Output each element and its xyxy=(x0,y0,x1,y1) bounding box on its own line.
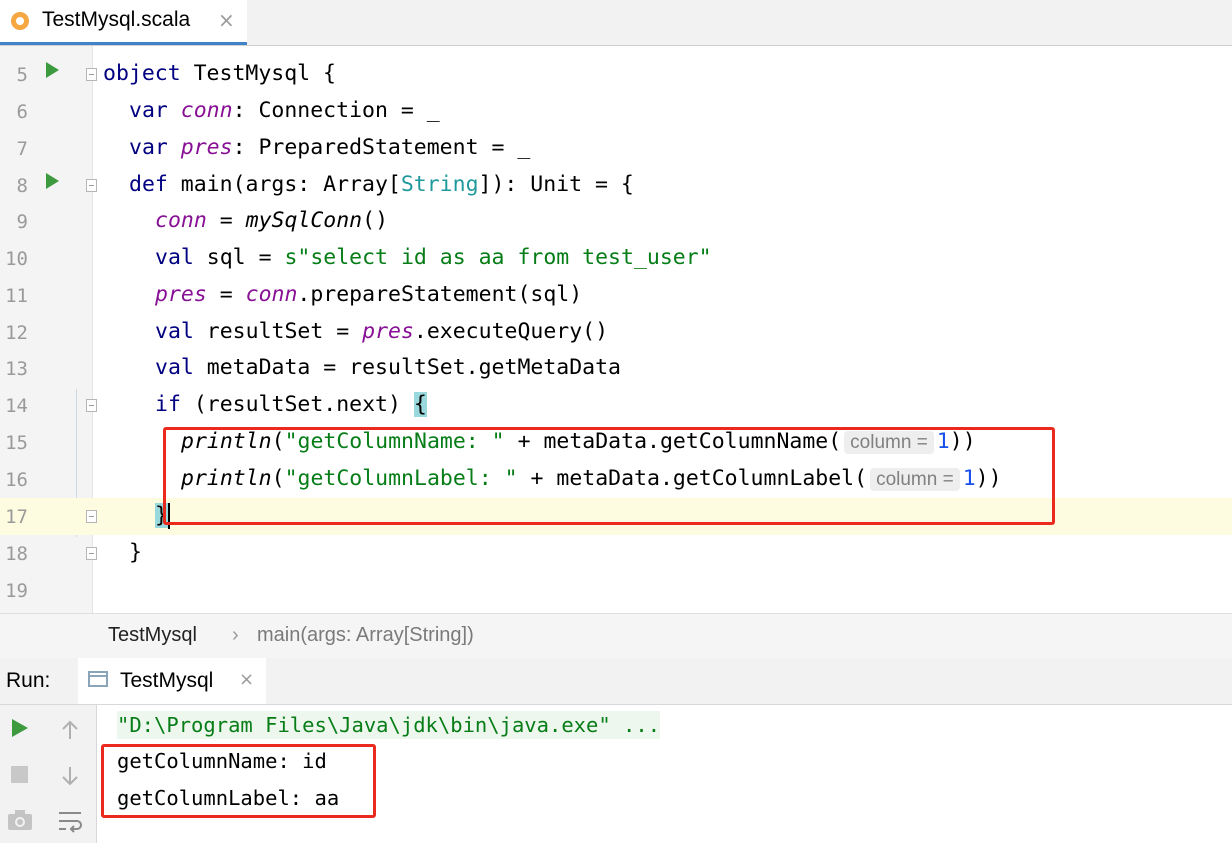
line-number: 12 xyxy=(5,322,28,344)
if-condition: (resultSet.next) xyxy=(180,392,414,417)
line-number: 14 xyxy=(5,395,28,417)
run-toolbar xyxy=(0,705,97,843)
parens: () xyxy=(362,208,389,233)
fold-icon[interactable] xyxy=(86,399,97,412)
console-output[interactable]: "D:\Program Files\Java\jdk\bin\java.exe"… xyxy=(97,705,1232,843)
line-number: 9 xyxy=(16,211,28,233)
line-number: 15 xyxy=(5,432,28,454)
matched-brace: { xyxy=(413,392,427,417)
stop-icon[interactable] xyxy=(10,765,30,785)
code-line: 14 if (resultSet.next) { xyxy=(0,387,1232,424)
camera-icon[interactable] xyxy=(7,809,33,831)
type-annotation: : Connection = _ xyxy=(232,98,440,123)
field-conn: conn xyxy=(245,282,298,307)
close-icon[interactable]: × xyxy=(239,669,254,690)
tab-title: TestMysql.scala xyxy=(42,8,191,31)
code-editor[interactable]: 5 object TestMysql { 6 var conn: Connect… xyxy=(0,46,1232,613)
arrow-up-icon[interactable] xyxy=(60,719,80,741)
fold-icon[interactable] xyxy=(86,68,97,81)
string-literal: s"select id as aa from test_user" xyxy=(284,245,712,270)
code-line: 13 val metaData = resultSet.getMetaData xyxy=(0,350,1232,387)
fold-icon[interactable] xyxy=(86,547,97,560)
line-number: 7 xyxy=(16,138,28,160)
method-call: mySqlConn xyxy=(245,208,363,233)
line-number: 13 xyxy=(5,358,28,380)
line-number: 8 xyxy=(16,175,28,197)
field-pres: pres xyxy=(155,282,207,307)
breadcrumb-separator: › xyxy=(232,624,239,646)
code-line: 18 } xyxy=(0,535,1232,572)
field-conn: conn xyxy=(155,208,207,233)
object-decl: TestMysql { xyxy=(180,61,337,86)
highlight-box xyxy=(101,744,376,818)
code-line: 5 object TestMysql { xyxy=(0,56,1232,93)
field-pres: pres xyxy=(180,135,233,160)
operator: = xyxy=(206,208,246,233)
keyword: val xyxy=(155,319,194,344)
method-signature: main(args: Array[ xyxy=(167,172,401,197)
field-conn: conn xyxy=(180,98,233,123)
line-number: 10 xyxy=(5,248,28,270)
editor-tab-bar: TestMysql.scala × xyxy=(0,0,1232,46)
line-number: 6 xyxy=(16,101,28,123)
val-decl: resultSet = xyxy=(193,319,363,344)
run-tool-window-header: Run: TestMysql × xyxy=(0,658,1232,705)
line-number: 17 xyxy=(5,506,28,528)
method-call: .prepareStatement(sql) xyxy=(297,282,583,307)
soft-wrap-icon[interactable] xyxy=(57,809,85,833)
code-line: 12 val resultSet = pres.executeQuery() xyxy=(0,314,1232,351)
breadcrumb-method[interactable]: main(args: Array[String]) xyxy=(257,624,474,647)
editor-tab-testmysql[interactable]: TestMysql.scala × xyxy=(0,0,247,45)
code-line: 10 val sql = s"select id as aa from test… xyxy=(0,240,1232,277)
run-gutter-icon[interactable] xyxy=(46,173,59,189)
code-line: 7 var pres: PreparedStatement = _ xyxy=(0,130,1232,167)
console-command-line: "D:\Program Files\Java\jdk\bin\java.exe"… xyxy=(117,711,661,739)
run-gutter-icon[interactable] xyxy=(46,62,59,78)
keyword: var xyxy=(129,135,168,160)
keyword: object xyxy=(103,61,181,86)
type-annotation: : PreparedStatement = _ xyxy=(232,135,531,160)
method-signature-end: ]): Unit = { xyxy=(478,172,634,197)
keyword: val xyxy=(155,245,194,270)
breadcrumb: TestMysql › main(args: Array[String]) xyxy=(0,613,1232,659)
fold-icon[interactable] xyxy=(86,510,97,523)
field-pres: pres xyxy=(362,319,414,344)
line-number: 19 xyxy=(5,580,28,602)
run-tab-title: TestMysql xyxy=(120,669,214,692)
scala-object-icon xyxy=(11,12,29,30)
line-number: 11 xyxy=(5,285,28,307)
breadcrumb-object[interactable]: TestMysql xyxy=(108,624,197,647)
code-line: 19 xyxy=(0,572,1232,609)
run-label: Run: xyxy=(6,669,51,692)
operator: = xyxy=(206,282,246,307)
code-line: 8 def main(args: Array[String]): Unit = … xyxy=(0,167,1232,204)
line-number: 18 xyxy=(5,543,28,565)
fold-icon[interactable] xyxy=(86,179,97,192)
rerun-icon[interactable] xyxy=(10,717,30,739)
console-icon xyxy=(88,671,108,687)
method-call: .executeQuery() xyxy=(413,319,609,344)
keyword: def xyxy=(129,172,168,197)
close-icon[interactable]: × xyxy=(218,8,235,32)
code-line: 11 pres = conn.prepareStatement(sql) xyxy=(0,277,1232,314)
arrow-down-icon[interactable] xyxy=(60,765,80,787)
keyword: if xyxy=(155,392,181,417)
line-number: 5 xyxy=(16,64,28,86)
code-line: 6 var conn: Connection = _ xyxy=(0,93,1232,130)
run-tab-testmysql[interactable]: TestMysql × xyxy=(78,658,266,704)
keyword: var xyxy=(129,98,168,123)
line-number: 16 xyxy=(5,469,28,491)
code-line: 9 conn = mySqlConn() xyxy=(0,203,1232,240)
val-decl: metaData = resultSet.getMetaData xyxy=(193,355,621,380)
highlight-box xyxy=(163,427,1055,525)
closing-brace: } xyxy=(129,540,142,565)
type-string: String xyxy=(400,172,479,197)
val-decl: sql = xyxy=(193,245,285,270)
keyword: val xyxy=(155,355,194,380)
